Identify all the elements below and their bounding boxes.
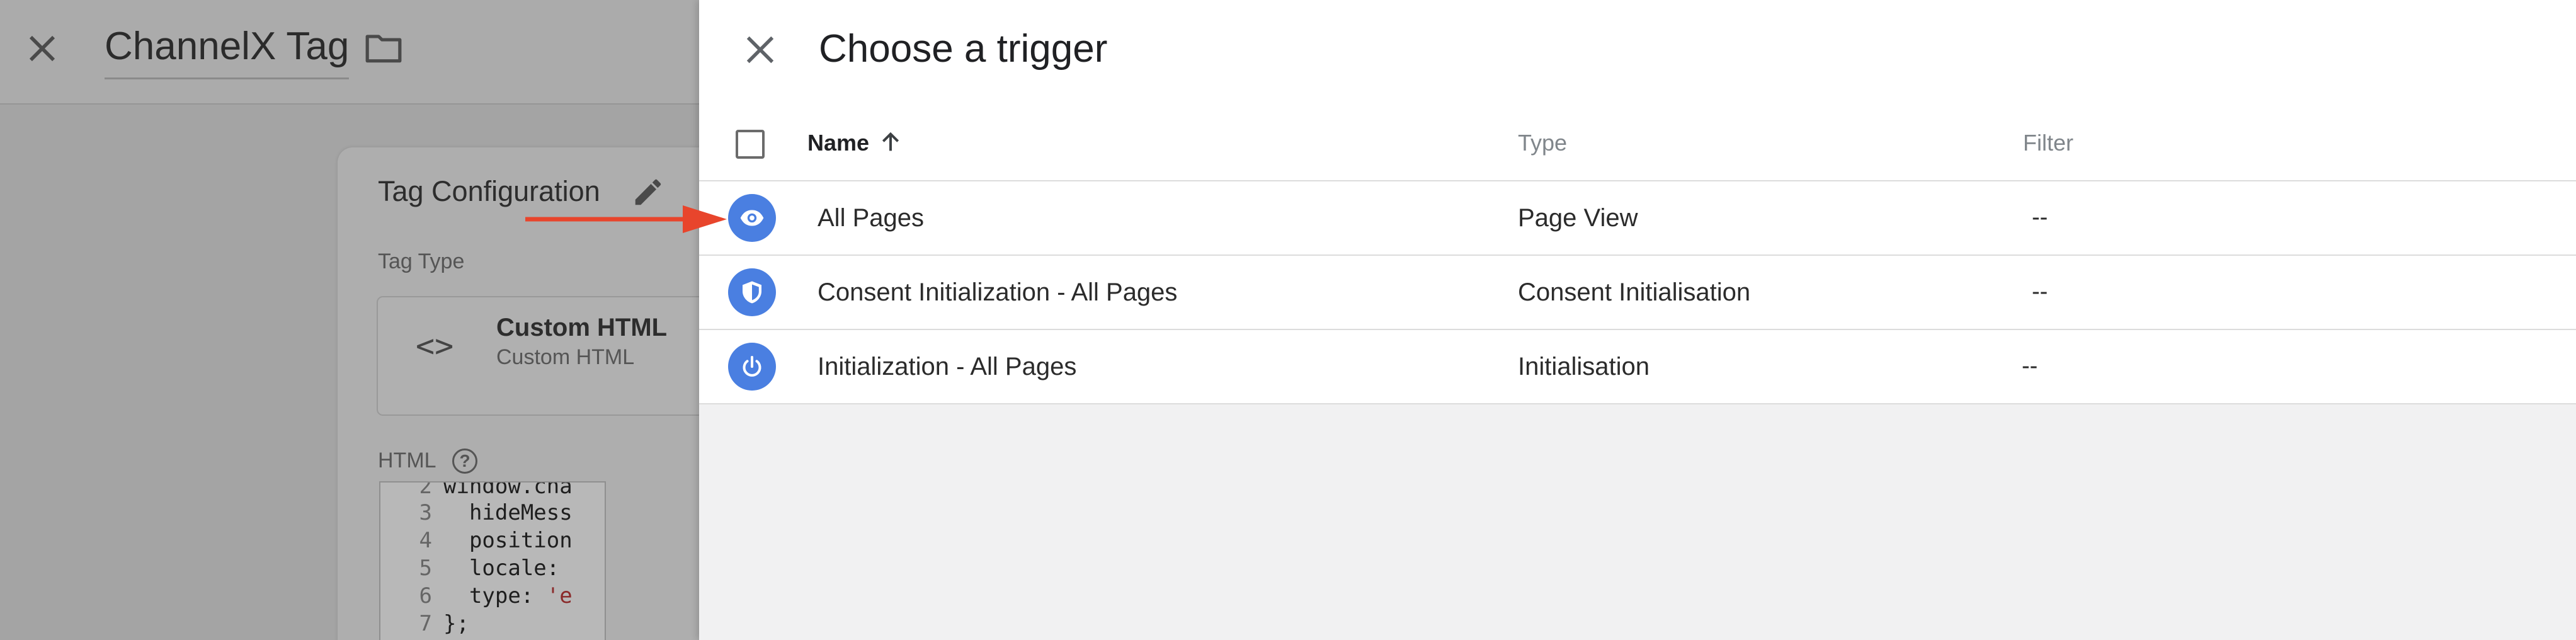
trigger-row-all-pages[interactable]: All Pages Page View -- xyxy=(699,181,2576,256)
code-line: 5 locale: xyxy=(419,556,560,581)
tag-editor-background: ChannelX Tag Tag Configuration Tag Type … xyxy=(0,0,699,640)
select-all-checkbox[interactable] xyxy=(736,130,765,159)
trigger-name[interactable]: All Pages xyxy=(818,204,924,232)
code-line: 4 position xyxy=(419,528,573,553)
close-icon[interactable] xyxy=(23,29,62,68)
html-label: HTML xyxy=(378,449,436,472)
code-line: 3 hideMess xyxy=(419,500,573,525)
code-icon: <> xyxy=(416,328,454,364)
html-code-editor[interactable]: 2 window.cha 3 hideMess 4 position 5 loca… xyxy=(379,481,606,640)
help-icon[interactable]: ? xyxy=(452,449,477,474)
trigger-name[interactable]: Initialization - All Pages xyxy=(818,353,1076,381)
panel-title: Choose a trigger xyxy=(819,27,1108,71)
card-title: Tag Configuration xyxy=(378,175,600,207)
close-icon[interactable] xyxy=(739,29,781,71)
column-header-filter: Filter xyxy=(2023,130,2073,156)
code-line: 6 type: 'e xyxy=(419,583,573,609)
tag-type-label: Tag Type xyxy=(378,249,465,273)
code-line: 7}; xyxy=(419,611,469,636)
tag-type-name: Custom HTML xyxy=(496,314,668,341)
tag-type-sub: Custom HTML xyxy=(496,345,635,369)
trigger-filter: -- xyxy=(2032,204,2048,231)
trigger-filter: -- xyxy=(2032,278,2048,305)
panel-header: Choose a trigger xyxy=(699,0,2576,105)
power-icon xyxy=(728,343,776,391)
trigger-type: Consent Initialisation xyxy=(1518,278,1751,306)
code-line: 2 window.cha xyxy=(419,481,573,499)
trigger-filter: -- xyxy=(2022,353,2038,379)
column-header-type: Type xyxy=(1518,130,1568,156)
pencil-icon[interactable] xyxy=(631,175,665,209)
annotation-arrow xyxy=(525,205,727,233)
trigger-table: Name Type Filter All Pages Page View -- … xyxy=(699,105,2576,404)
choose-trigger-panel: Choose a trigger Name Type Filter All Pa… xyxy=(699,0,2576,640)
folder-icon[interactable] xyxy=(364,31,403,64)
arrow-up-icon[interactable] xyxy=(878,130,903,155)
trigger-row-consent-initialization[interactable]: Consent Initialization - All Pages Conse… xyxy=(699,256,2576,330)
trigger-type: Initialisation xyxy=(1518,353,1650,380)
eye-icon xyxy=(728,194,776,242)
column-header-name[interactable]: Name xyxy=(807,130,869,156)
trigger-type: Page View xyxy=(1518,204,1638,232)
tag-title[interactable]: ChannelX Tag xyxy=(105,24,350,79)
trigger-row-initialization[interactable]: Initialization - All Pages Initialisatio… xyxy=(699,330,2576,404)
shield-icon xyxy=(728,268,776,316)
trigger-name[interactable]: Consent Initialization - All Pages xyxy=(818,278,1177,307)
table-header: Name Type Filter xyxy=(699,105,2576,181)
